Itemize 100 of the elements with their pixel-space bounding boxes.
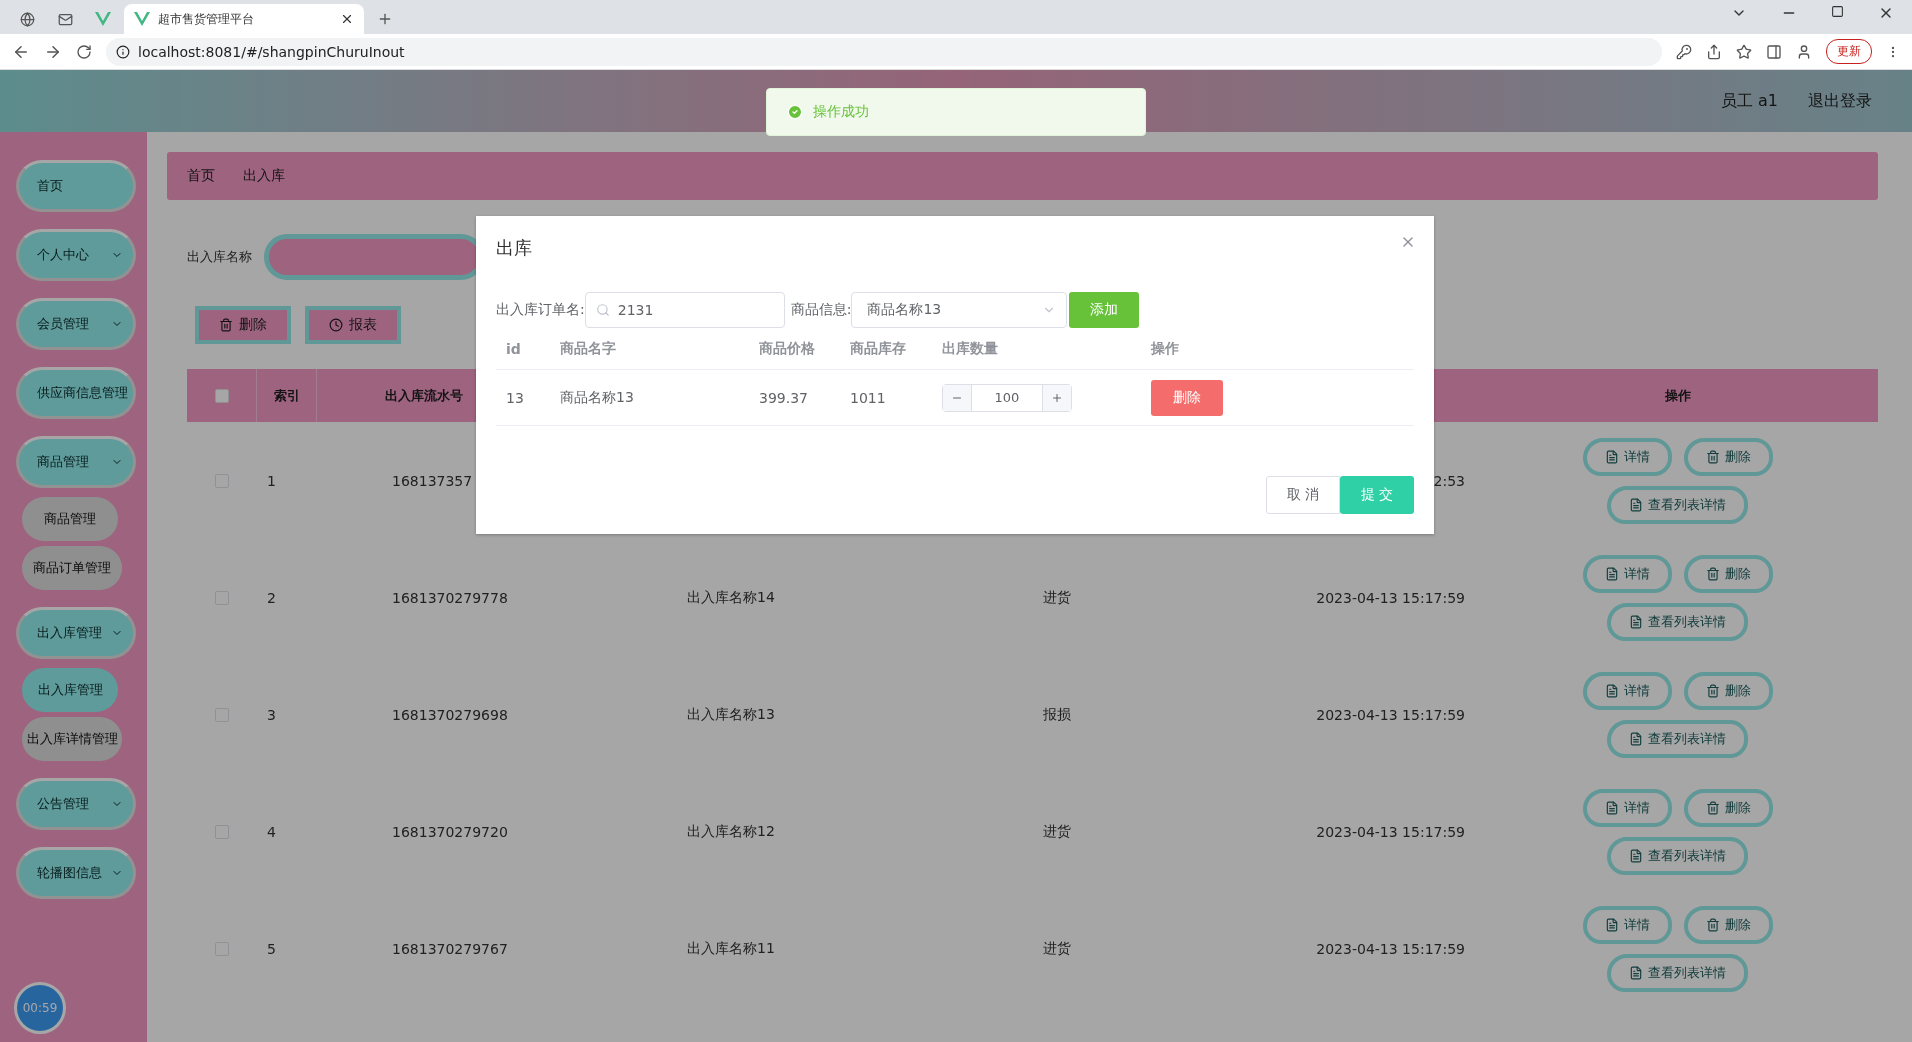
product-label: 商品信息: (790, 301, 852, 319)
row-action-button[interactable]: 详情 (1582, 437, 1672, 476)
order-input-field[interactable]: 2131 (584, 292, 785, 328)
table-cell-text: 出入库名称14 (686, 588, 775, 607)
row-action-button[interactable]: 查看列表详情 (1607, 953, 1748, 992)
row-action-button[interactable]: 详情 (1582, 671, 1672, 710)
table-cell-text: 出入库名称13 (686, 705, 775, 724)
sidebar-item[interactable]: 轮播图信息 (16, 847, 136, 899)
close-icon[interactable] (340, 12, 354, 26)
side-panel-icon[interactable] (1766, 43, 1782, 60)
document-icon (1604, 566, 1619, 581)
table-cell-text: 2023-04-13 15:17:59 (1316, 940, 1466, 957)
table-cell-text: 1011 (850, 389, 887, 406)
table-cell-text: 1681370279698 (391, 706, 508, 723)
sidebar-subitem[interactable]: 出入库管理 (22, 668, 118, 712)
sidebar-subitem[interactable]: 出入库详情管理 (22, 717, 122, 761)
table-cell-text: 399.37 (759, 389, 809, 406)
star-icon[interactable] (1736, 43, 1752, 60)
v-logo-icon (134, 12, 150, 26)
trash-icon (1705, 449, 1720, 464)
column-header: 操作 (1664, 386, 1691, 405)
trash-icon (1705, 800, 1720, 815)
table-cell-text: 4 (266, 823, 276, 840)
sidebar-item[interactable]: 公告管理 (16, 778, 136, 830)
profile-icon[interactable] (1796, 43, 1812, 60)
document-icon (1629, 731, 1643, 746)
table-cell-text: 进货 (1042, 939, 1071, 958)
toolbar-button[interactable]: 删除 (195, 306, 291, 344)
column-header: 出入库流水号 (385, 386, 463, 405)
table-cell-text: 2 (266, 589, 276, 606)
column-header: 索引 (273, 386, 300, 405)
document-icon (1604, 800, 1619, 815)
trash-icon (1705, 917, 1720, 932)
update-button[interactable]: 更新 (1826, 39, 1872, 64)
logout-link[interactable]: 退出登录 (1808, 90, 1872, 112)
table-cell-text: 2023-04-13 15:17:59 (1316, 823, 1466, 840)
sidebar-item[interactable]: 会员管理 (16, 298, 136, 350)
column-header: 出库数量 (942, 339, 999, 358)
row-action-button[interactable]: 详情 (1582, 554, 1672, 593)
row-action-button[interactable]: 删除 (1683, 437, 1773, 476)
document-icon (1604, 449, 1619, 464)
sidebar-subitem[interactable]: 商品管理 (22, 497, 118, 541)
row-action-button[interactable]: 查看列表详情 (1607, 719, 1748, 758)
info-icon[interactable] (116, 44, 130, 59)
row-action-button[interactable]: 查看列表详情 (1607, 836, 1748, 875)
clock-icon (329, 318, 343, 332)
row-action-button[interactable]: 删除 (1683, 671, 1773, 710)
breadcrumb-link[interactable]: 首页 (187, 167, 215, 185)
column-header: 商品名字 (560, 339, 617, 358)
row-action-button[interactable]: 查看列表详情 (1607, 485, 1748, 524)
column-header: id (506, 340, 522, 357)
table-cell-text: 出入库名称11 (686, 939, 775, 958)
sidebar-item[interactable]: 供应商信息管理 (16, 367, 136, 419)
toolbar-button[interactable]: 报表 (305, 306, 401, 344)
order-label: 出入库订单名: (496, 301, 585, 319)
table-cell-text: 5 (266, 940, 276, 957)
select-all-checkbox[interactable] (214, 388, 229, 403)
new-tab-icon[interactable] (377, 11, 393, 27)
tab-title: 超市售货管理平台 (158, 10, 255, 28)
success-toast: 操作成功 (766, 88, 1146, 136)
browser-tab[interactable]: 超市售货管理平台 (124, 4, 364, 34)
table-cell-text: 1681370279767 (391, 940, 508, 957)
sidebar-item[interactable]: 个人中心 (16, 229, 136, 281)
trash-icon (219, 318, 233, 332)
address-field[interactable]: localhost:8081/#/shangpinChuruInout (106, 37, 1662, 66)
sidebar-item[interactable]: 商品管理 (16, 436, 136, 488)
trash-icon (1705, 566, 1720, 581)
column-header: 操作 (1151, 339, 1180, 358)
reload-icon[interactable] (76, 43, 92, 60)
breadcrumb-link[interactable]: 出入库 (243, 167, 285, 185)
table-cell-text: 1681370279778 (391, 589, 508, 606)
row-action-button[interactable]: 删除 (1683, 788, 1773, 827)
timer-badge: 00:59 (14, 982, 66, 1034)
sidebar-item[interactable]: 出入库管理 (16, 607, 136, 659)
sidebar-item[interactable]: 首页 (16, 160, 136, 212)
row-action-button[interactable]: 删除 (1683, 554, 1773, 593)
quantity-stepper[interactable]: 100 (942, 383, 1072, 412)
column-header: 商品库存 (850, 339, 907, 358)
cancel-button[interactable]: 取 消 (1266, 476, 1340, 514)
key-icon[interactable] (1676, 43, 1692, 60)
restore-icon[interactable] (1831, 5, 1844, 18)
document-icon (1629, 497, 1643, 512)
plus-icon[interactable] (1051, 391, 1063, 404)
mail-icon[interactable] (57, 11, 73, 27)
table-cell-text: 1 (266, 472, 276, 489)
delete-button[interactable]: 删除 (1151, 379, 1223, 416)
sidebar-subitem[interactable]: 商品订单管理 (22, 546, 122, 590)
table-cell-text: 出入库名称12 (686, 822, 775, 841)
row-action-button[interactable]: 详情 (1582, 905, 1672, 944)
row-action-button[interactable]: 查看列表详情 (1607, 602, 1748, 641)
table-cell-text: 进货 (1042, 588, 1071, 607)
dialog-title: 出库 (496, 236, 532, 260)
column-header: 商品价格 (759, 339, 816, 358)
table-cell-text: 1681370279720 (391, 823, 508, 840)
share-icon[interactable] (1706, 43, 1722, 60)
product-select[interactable]: 商品名称13 (851, 292, 1068, 328)
globe-icon[interactable] (19, 11, 35, 27)
table-cell-text: 2023-04-13 15:17:59 (1316, 589, 1466, 606)
row-action-button[interactable]: 删除 (1683, 905, 1773, 944)
row-action-button[interactable]: 详情 (1582, 788, 1672, 827)
